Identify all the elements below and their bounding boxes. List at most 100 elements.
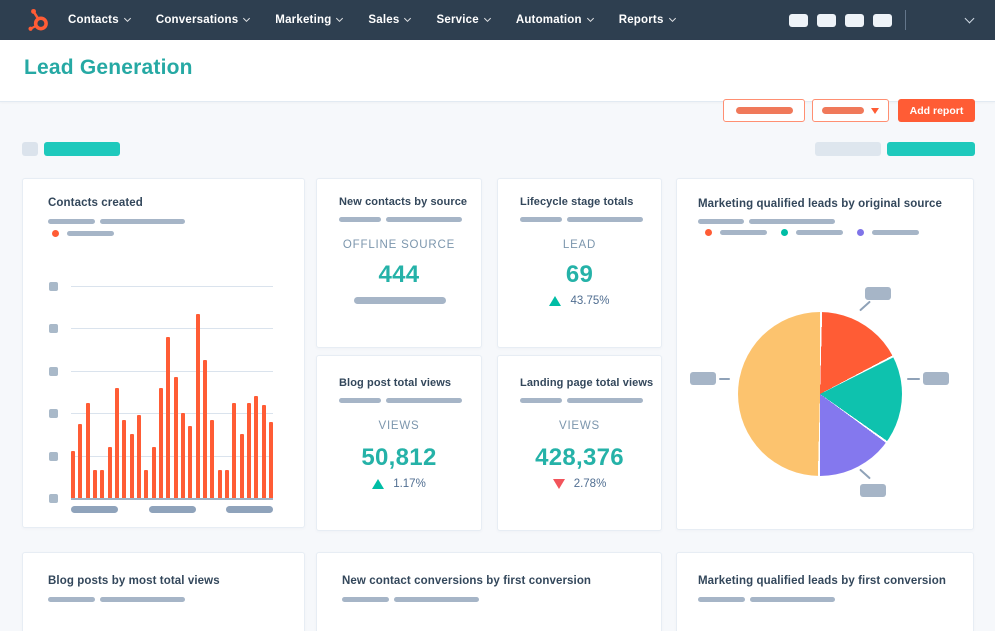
caret-down-icon (871, 107, 879, 114)
metric-label: LEAD (562, 239, 597, 251)
sprocket-icon (27, 8, 48, 31)
bar (151, 447, 156, 498)
legend-dot-icon (705, 229, 712, 236)
bar (78, 423, 83, 498)
bar (100, 470, 105, 498)
delta-row: 1.17% (317, 478, 481, 490)
filter-placeholder-icon[interactable] (22, 142, 38, 156)
y-tick-placeholder (49, 282, 58, 291)
nav-item-sales[interactable]: Sales (368, 14, 412, 26)
card-lifecycle-stage-totals: Lifecycle stage totals LEAD 69 43.75% (497, 178, 662, 348)
bar (173, 377, 178, 498)
redacted-text-bar (67, 231, 114, 236)
nav-item-automation[interactable]: Automation (515, 14, 594, 26)
filter-pill-right-gray[interactable] (815, 142, 881, 156)
bar-chart-plot[interactable] (71, 286, 273, 498)
card-new-contacts-by-source: New contacts by source OFFLINE SOURCE 44… (316, 178, 482, 348)
nav-item-label: Marketing (275, 14, 332, 26)
card-title: Marketing qualified leads by first conve… (698, 575, 946, 587)
nav-action-placeholder-1[interactable] (789, 13, 808, 27)
bar (188, 425, 193, 498)
card-blog-post-total-views: Blog post total views VIEWS 50,812 1.17% (316, 355, 482, 531)
redacted-callout-label (923, 372, 949, 385)
delta-up-icon (372, 479, 385, 489)
nav-item-reports[interactable]: Reports (618, 14, 676, 26)
chevron-down-icon (483, 14, 491, 23)
delta-value: 2.78% (573, 478, 607, 490)
bar (144, 470, 149, 498)
nav-item-label: Automation (515, 14, 582, 26)
metric-label: VIEWS (378, 420, 420, 432)
redacted-text-bar (698, 597, 745, 602)
redacted-callout-label (865, 287, 891, 300)
delta-up-icon (549, 296, 562, 306)
redacted-dropdown-button[interactable] (812, 99, 889, 122)
nav-action-placeholder-2[interactable] (817, 13, 836, 27)
redacted-text-bar (567, 398, 643, 403)
bar (114, 387, 119, 498)
bar (254, 396, 259, 498)
redacted-callout-label (860, 484, 886, 497)
redacted-text-bar (354, 297, 446, 304)
bar (166, 336, 171, 498)
card-landing-page-total-views: Landing page total views VIEWS 428,376 2… (497, 355, 662, 531)
nav-action-placeholder-3[interactable] (845, 13, 864, 27)
legend-item (781, 229, 843, 236)
chevron-down-icon (668, 14, 676, 23)
delta-value: 43.75% (570, 295, 610, 307)
redacted-text-bar (520, 217, 562, 222)
nav-item-conversations[interactable]: Conversations (156, 14, 251, 26)
redacted-callout-label (690, 372, 716, 385)
filter-pill-right-teal[interactable] (887, 142, 975, 156)
y-tick-placeholder (49, 451, 58, 461)
nav-action-placeholder-4[interactable] (873, 13, 892, 27)
card-new-contact-conversions: New contact conversions by first convers… (316, 552, 662, 631)
bar (107, 447, 112, 498)
dashboard-header: Lead Generation Add report (0, 40, 995, 122)
nav-item-contacts[interactable]: Contacts (68, 14, 131, 26)
card-contacts-created: Contacts created (22, 178, 305, 528)
chevron-down-icon (243, 14, 251, 23)
hubspot-logo-icon[interactable] (22, 5, 52, 35)
y-tick-placeholder (49, 494, 58, 503)
nav-item-label: Reports (618, 14, 664, 26)
redacted-text-bar (339, 217, 381, 222)
pie-chart[interactable] (738, 312, 902, 476)
y-tick-placeholder (49, 324, 58, 334)
legend-item (705, 229, 767, 236)
card-mql-by-first-conversion: Marketing qualified leads by first conve… (676, 552, 974, 631)
card-title: New contacts by source (339, 196, 468, 208)
redacted-action-button[interactable] (723, 99, 805, 122)
bar (71, 451, 75, 498)
bar (129, 434, 134, 498)
account-chevron-down-icon[interactable] (964, 13, 975, 23)
bar (92, 470, 97, 498)
metric-value: 50,812 (361, 444, 437, 471)
redacted-text-bar (342, 597, 389, 602)
callout-line (859, 300, 871, 312)
bar (246, 402, 251, 498)
nav-item-service[interactable]: Service (436, 14, 491, 26)
delta-row: 43.75% (498, 295, 661, 307)
redacted-text-bar (750, 597, 835, 602)
redacted-text-bar (749, 219, 835, 224)
nav-item-label: Service (436, 14, 479, 26)
redacted-text-bar (822, 107, 864, 114)
metric-label: VIEWS (558, 420, 601, 432)
redacted-text-bar (872, 230, 919, 235)
card-title: Blog posts by most total views (48, 575, 220, 587)
add-report-button[interactable]: Add report (898, 99, 975, 122)
redacted-text-bar (100, 597, 185, 602)
legend-item (52, 230, 114, 237)
redacted-text-bar (339, 398, 381, 403)
chevron-down-icon (404, 14, 412, 23)
legend-dot-icon (857, 229, 864, 236)
legend-dot-icon (52, 230, 59, 237)
chevron-down-icon (123, 14, 131, 23)
nav-item-marketing[interactable]: Marketing (275, 14, 344, 26)
callout-line (859, 468, 871, 480)
redacted-text-bar (386, 217, 462, 222)
filter-pill-left[interactable] (44, 142, 120, 156)
x-axis-labels (71, 506, 273, 513)
redacted-text-bar (520, 398, 562, 403)
